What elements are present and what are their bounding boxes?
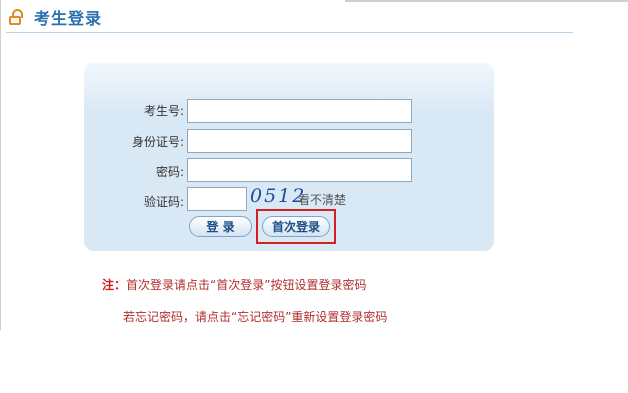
password-input[interactable] — [187, 158, 412, 182]
id-number-label: 身份证号: — [131, 135, 184, 149]
exam-number-input[interactable] — [187, 99, 412, 123]
captcha-input[interactable] — [187, 187, 247, 211]
page-header: 考生登录 — [8, 6, 102, 28]
page-title: 考生登录 — [34, 9, 103, 28]
left-border — [0, 0, 1, 330]
exam-number-label: 考生号: — [143, 104, 184, 118]
first-login-highlight — [256, 209, 336, 244]
top-border — [345, 0, 628, 2]
lock-icon — [8, 8, 24, 26]
note-line-1: 注：首次登录请点击“首次登录”按钮设置登录密码 — [102, 276, 366, 293]
login-button[interactable]: 登 录 — [189, 216, 252, 237]
captcha-label: 验证码: — [143, 195, 184, 209]
header-divider — [6, 32, 573, 33]
note-text-1: 首次登录请点击“首次登录”按钮设置登录密码 — [126, 278, 367, 292]
id-number-input[interactable] — [187, 129, 412, 153]
captcha-refresh-link[interactable]: 看不清楚 — [298, 191, 346, 208]
note-prefix: 注： — [102, 278, 127, 292]
note-line-2: 若忘记密码，请点击“忘记密码”重新设置登录密码 — [123, 310, 388, 324]
password-label: 密码: — [155, 165, 184, 179]
